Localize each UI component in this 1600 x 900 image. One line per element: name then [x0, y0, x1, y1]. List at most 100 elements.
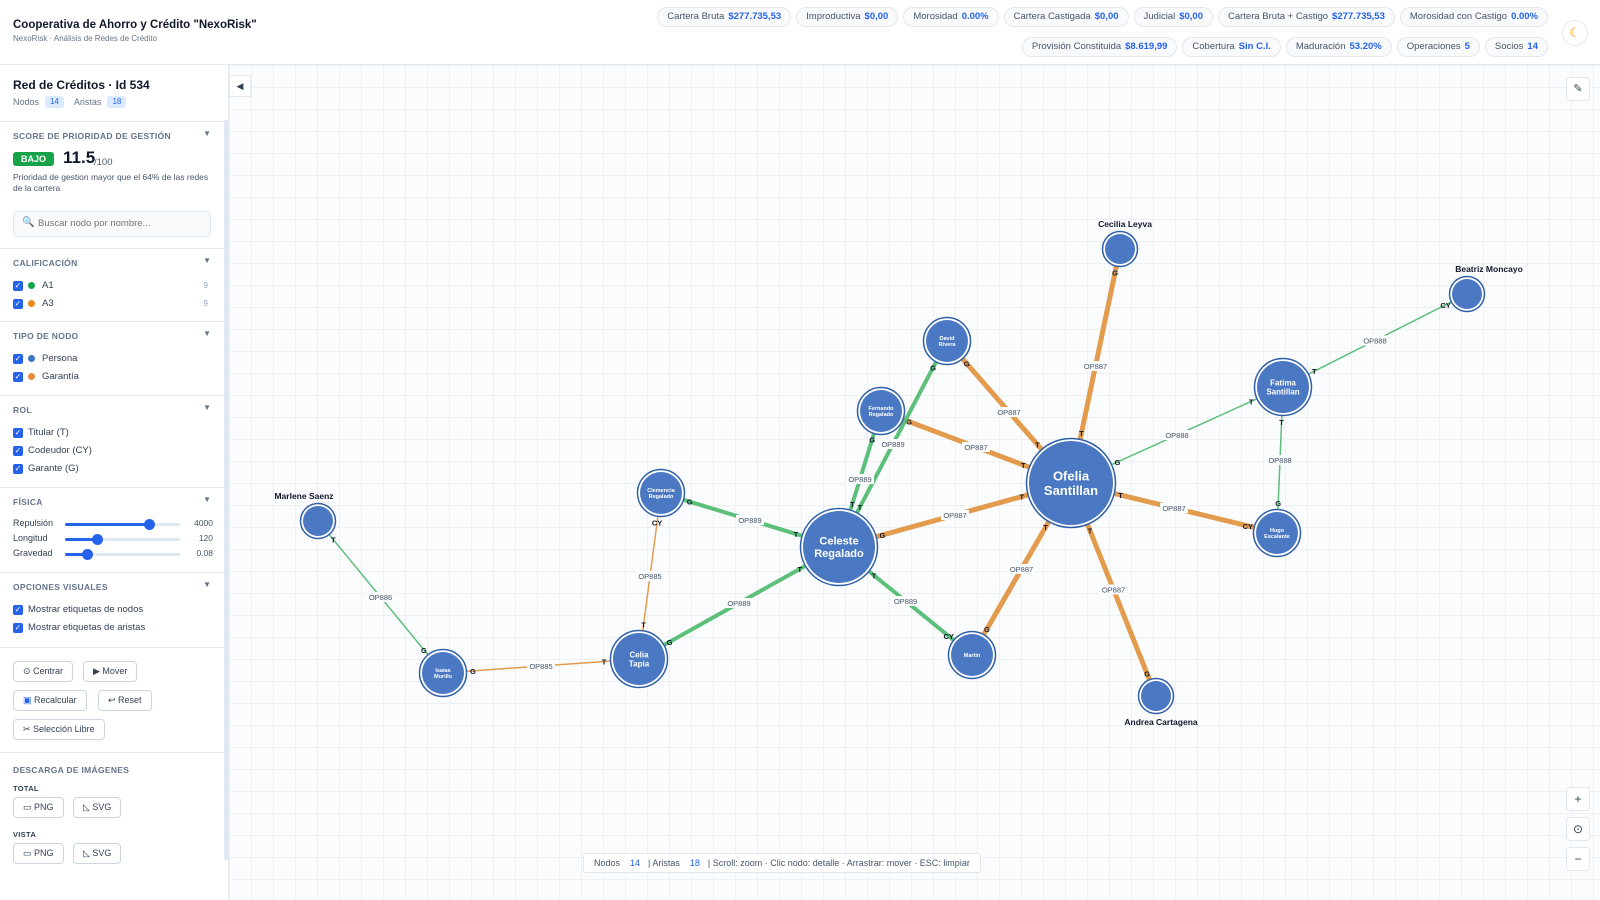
node-label: Celeste	[819, 536, 858, 548]
node-label: Celia	[629, 650, 649, 659]
gravedad-slider[interactable]	[65, 549, 180, 560]
chevron-left-icon[interactable]: ◀	[229, 75, 251, 97]
node-celia[interactable]: CeliaTapia	[609, 629, 669, 689]
a1-label: A1	[42, 280, 54, 291]
download-vista-png-button[interactable]: ▭ PNG	[13, 843, 64, 864]
node-circle[interactable]	[303, 506, 333, 536]
node-isaias[interactable]: IsaiasMurillo	[418, 648, 468, 698]
node-circle[interactable]	[1105, 234, 1135, 264]
node-hugo[interactable]: HugoEscalante	[1252, 508, 1302, 558]
node-fernando[interactable]: FernandoRegalado	[856, 386, 906, 436]
pencil-icon[interactable]: ✎	[1566, 77, 1590, 101]
node-beatriz[interactable]: Beatriz Moncayo	[1448, 264, 1523, 313]
node-label: Beatriz Moncayo	[1455, 264, 1523, 274]
gravedad-slider-knob[interactable]	[81, 549, 93, 560]
recalc-button[interactable]: ▣ Recalcular	[13, 690, 87, 711]
metric-value: $8.619,99	[1125, 41, 1168, 52]
download-title: DESCARGA DE IMÁGENES	[13, 765, 130, 775]
search-box[interactable]: 🔍	[13, 211, 211, 237]
role-label: G	[1112, 268, 1118, 277]
role-label: CY	[1440, 301, 1450, 310]
download-total-title: TOTAL	[13, 784, 39, 793]
checkbox-titular[interactable]: ✓	[13, 427, 23, 438]
node-circle[interactable]	[1452, 279, 1482, 309]
node-cecilia[interactable]: Cecilia Leyva	[1098, 219, 1152, 268]
zoom-fit-button[interactable]: ⊙	[1566, 817, 1590, 841]
edge-label: OP889	[848, 475, 871, 484]
repulsion-slider-knob[interactable]	[143, 519, 155, 530]
collapse-rol-icon[interactable]: ▼	[203, 403, 211, 412]
node-circle[interactable]	[1141, 681, 1171, 711]
moon-icon[interactable]: ☾	[1562, 20, 1588, 46]
center-button[interactable]: ⊙ Centrar	[13, 661, 74, 682]
node-andrea[interactable]: Andrea Cartagena	[1124, 677, 1198, 728]
collapse-score-icon[interactable]: ▼	[203, 129, 211, 138]
node-marlene[interactable]: Marlene Saenz	[274, 491, 337, 540]
download-total-svg-button[interactable]: ◺ SVG	[73, 797, 122, 818]
metric-value: Sin C.I.	[1238, 41, 1271, 52]
node-david[interactable]: DavidRivera	[922, 316, 972, 366]
toggle-edge-labels[interactable]: ✓ Mostrar etiquetas de aristas	[13, 622, 145, 633]
metric-value: $0,00	[1094, 11, 1119, 22]
edge-op887[interactable]	[979, 516, 1053, 640]
toggle-node-labels[interactable]: ✓ Mostrar etiquetas de nodos	[13, 604, 143, 615]
reset-button[interactable]: ↩ Reset	[98, 690, 152, 711]
node-labels-label: Mostrar etiquetas de nodos	[28, 604, 144, 615]
filter-codeudor[interactable]: ✓ Codeudor (CY)	[13, 445, 92, 456]
checkbox-node-labels[interactable]: ✓	[13, 604, 23, 615]
longitud-slider[interactable]	[65, 534, 180, 545]
node-label: Ofelia	[1053, 468, 1090, 483]
free-select-button[interactable]: ✂ Selección Libre	[13, 719, 105, 740]
move-button[interactable]: ▶ Mover	[83, 661, 138, 682]
png-label: PNG	[34, 848, 54, 858]
graph-canvas[interactable]: OP887 G T OP887 G T OP887 G T OP887 G T OP887 T CY OP88…	[229, 65, 1600, 900]
rol-section: ROL ▼ ✓ Titular (T) ✓ Codeudor (CY) ✓ Ga…	[0, 395, 225, 487]
node-ofelia[interactable]: OfeliaSantillan	[1025, 437, 1117, 529]
role-label: G	[667, 638, 673, 647]
node-celeste[interactable]: CelesteRegalado	[799, 507, 879, 587]
role-label: T	[794, 530, 799, 539]
filter-titular[interactable]: ✓ Titular (T)	[13, 427, 69, 438]
node-fatima[interactable]: FatimaSantillan	[1253, 357, 1313, 417]
collapse-tipo-icon[interactable]: ▼	[203, 329, 211, 338]
checkbox-garantia[interactable]: ✓	[13, 371, 23, 382]
metric-pill: Maduración 53.20%	[1285, 37, 1392, 57]
checkbox-garante[interactable]: ✓	[13, 463, 23, 474]
checkbox-codeudor[interactable]: ✓	[13, 445, 23, 456]
a3-label: A3	[42, 298, 54, 309]
node-clemencia[interactable]: ClemenciaRegalado	[636, 468, 686, 518]
app-title: Cooperativa de Ahorro y Crédito "NexoRis…	[13, 19, 257, 31]
filter-garantia[interactable]: ✓ Garantía	[13, 371, 79, 382]
edge-label: OP887	[997, 408, 1020, 417]
role-label: T	[1118, 491, 1123, 500]
filter-garante[interactable]: ✓ Garante (G)	[13, 463, 79, 474]
collapse-fisica-icon[interactable]: ▼	[203, 495, 211, 504]
role-label: G	[421, 646, 427, 655]
collapse-visual-icon[interactable]: ▼	[203, 580, 211, 589]
filter-a1[interactable]: ✓ A1	[13, 280, 54, 291]
checkbox-a3[interactable]: ✓	[13, 298, 23, 309]
filter-persona[interactable]: ✓ Persona	[13, 353, 77, 364]
zoom-out-button[interactable]: −	[1566, 847, 1590, 871]
node-martin[interactable]: Martin	[947, 630, 997, 680]
network-graph[interactable]: OP887 G T OP887 G T OP887 G T OP887 G T OP887 T CY OP88…	[229, 65, 1600, 900]
metric-pill: Morosidad 0.00%	[903, 7, 999, 27]
download-total-png-button[interactable]: ▭ PNG	[13, 797, 64, 818]
filter-a3[interactable]: ✓ A3	[13, 298, 54, 309]
edge-op887[interactable]	[1084, 519, 1153, 685]
download-vista-svg-button[interactable]: ◺ SVG	[73, 843, 122, 864]
edge-op889[interactable]	[853, 357, 940, 518]
zoom-in-button[interactable]: +	[1566, 787, 1590, 811]
edge-label: OP887	[964, 443, 987, 452]
nodes-layer: CelesteRegalado OfeliaSantillan Cecilia Le…	[274, 219, 1522, 727]
longitud-slider-knob[interactable]	[92, 534, 104, 545]
search-input[interactable]	[38, 218, 206, 229]
checkbox-edge-labels[interactable]: ✓	[13, 622, 23, 633]
repulsion-slider[interactable]	[65, 519, 180, 530]
checkbox-persona[interactable]: ✓	[13, 353, 23, 364]
edge-op887[interactable]	[958, 354, 1046, 454]
edge-op887[interactable]	[1077, 261, 1120, 445]
collapse-calificacion-icon[interactable]: ▼	[203, 256, 211, 265]
checkbox-a1[interactable]: ✓	[13, 280, 23, 291]
garantia-label: Garantía	[42, 371, 79, 382]
